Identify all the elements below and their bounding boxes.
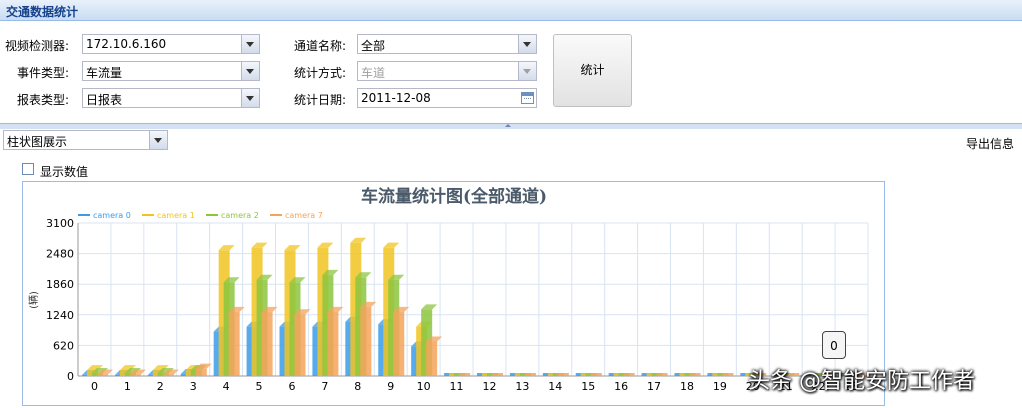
bar bbox=[228, 311, 240, 376]
bar-top bbox=[251, 242, 268, 248]
y-tick-label: 1860 bbox=[46, 278, 74, 291]
chart-title: 车流量统计图(全部通道) bbox=[361, 186, 547, 207]
bar bbox=[327, 311, 339, 376]
y-tick-label: 2480 bbox=[46, 248, 74, 261]
x-tick-label: 9 bbox=[387, 380, 394, 393]
x-tick-label: 13 bbox=[515, 380, 529, 393]
x-tick-label: 11 bbox=[450, 380, 464, 393]
channel-label: 通道名称: bbox=[293, 39, 346, 53]
stat-method-combo: 车道 bbox=[357, 61, 537, 81]
stat-date-label: 统计日期: bbox=[293, 93, 346, 107]
show-values-label: 显示数值 bbox=[40, 165, 89, 179]
channel-combo[interactable]: 全部 bbox=[357, 34, 537, 54]
panel-title: 交通数据统计 bbox=[6, 5, 79, 19]
bar bbox=[459, 373, 471, 376]
chart-toolbar: 柱状图展示 导出信息 bbox=[0, 129, 1022, 154]
event-type-combo[interactable]: 车流量 bbox=[82, 61, 260, 81]
y-tick-label: 620 bbox=[53, 339, 74, 352]
stat-date-value: 2011-12-08 bbox=[361, 91, 431, 105]
collapse-arrow-icon[interactable] bbox=[505, 124, 511, 127]
legend-label: camera 1 bbox=[157, 211, 195, 220]
chevron-down-icon[interactable] bbox=[241, 89, 259, 107]
report-type-label: 报表类型: bbox=[16, 93, 69, 107]
channel-value: 全部 bbox=[361, 39, 386, 53]
stat-method-label: 统计方式: bbox=[293, 66, 346, 80]
x-tick-label: 10 bbox=[417, 380, 431, 393]
bar bbox=[360, 306, 372, 376]
bar bbox=[426, 341, 438, 376]
x-tick-label: 6 bbox=[288, 380, 295, 393]
panel-header: 交通数据统计 bbox=[0, 0, 1022, 21]
x-tick-label: 7 bbox=[321, 380, 328, 393]
bar bbox=[195, 368, 207, 376]
event-type-value: 车流量 bbox=[86, 66, 123, 80]
bar bbox=[623, 373, 635, 376]
x-tick-label: 8 bbox=[354, 380, 361, 393]
calendar-icon[interactable] bbox=[519, 89, 536, 107]
x-tick-label: 3 bbox=[190, 380, 197, 393]
y-axis-label: (辆) bbox=[27, 291, 40, 309]
x-tick-label: 14 bbox=[548, 380, 562, 393]
legend-label: camera 0 bbox=[93, 211, 131, 220]
show-values-checkbox[interactable] bbox=[22, 163, 34, 175]
x-tick-label: 2 bbox=[157, 380, 164, 393]
watermark: 头条 @智能安防工作者 bbox=[748, 369, 975, 394]
bar-top bbox=[421, 304, 438, 310]
y-tick-label: 3100 bbox=[46, 217, 74, 230]
filter-form: 视频检测器: 172.10.6.160 通道名称: 全部 事件类型: 车流量 统… bbox=[0, 21, 1022, 124]
detector-label: 视频检测器: bbox=[4, 39, 69, 53]
bar-top bbox=[383, 242, 400, 248]
detector-combo[interactable]: 172.10.6.160 bbox=[82, 34, 260, 54]
bar-top bbox=[284, 245, 301, 251]
bar bbox=[129, 374, 141, 376]
bar bbox=[590, 373, 602, 376]
y-tick-label: 0 bbox=[67, 370, 74, 383]
stat-button[interactable]: 统计 bbox=[553, 34, 632, 107]
chevron-down-icon[interactable] bbox=[241, 62, 259, 80]
report-type-combo[interactable]: 日报表 bbox=[82, 88, 260, 108]
x-tick-label: 5 bbox=[256, 380, 263, 393]
x-tick-label: 1 bbox=[124, 380, 131, 393]
view-mode-value: 柱状图展示 bbox=[7, 135, 68, 149]
chevron-down-icon[interactable] bbox=[241, 35, 259, 53]
bar bbox=[294, 314, 306, 376]
bar bbox=[557, 373, 569, 376]
bar-top bbox=[350, 237, 367, 243]
y-tick-label: 1240 bbox=[46, 309, 74, 322]
view-mode-combo[interactable]: 柱状图展示 bbox=[3, 130, 168, 150]
x-tick-label: 19 bbox=[713, 380, 727, 393]
x-tick-label: 15 bbox=[581, 380, 595, 393]
legend-label: camera 7 bbox=[285, 211, 323, 220]
report-type-value: 日报表 bbox=[86, 93, 123, 107]
bar bbox=[261, 311, 273, 376]
chart-tooltip: 0 bbox=[822, 331, 846, 359]
chevron-down-icon bbox=[518, 62, 536, 80]
bar bbox=[656, 373, 668, 376]
bar bbox=[162, 374, 174, 376]
detector-value: 172.10.6.160 bbox=[86, 37, 167, 51]
x-tick-label: 17 bbox=[647, 380, 661, 393]
x-tick-label: 18 bbox=[680, 380, 694, 393]
chevron-down-icon[interactable] bbox=[149, 131, 167, 149]
x-tick-label: 16 bbox=[614, 380, 628, 393]
export-link[interactable]: 导出信息 bbox=[966, 135, 1014, 152]
legend-label: camera 2 bbox=[221, 211, 259, 220]
bar-top bbox=[218, 245, 235, 251]
bar bbox=[689, 373, 701, 376]
bar bbox=[492, 373, 503, 376]
bar-top bbox=[317, 242, 334, 248]
event-type-label: 事件类型: bbox=[16, 66, 69, 80]
stat-method-value: 车道 bbox=[361, 66, 386, 80]
bar bbox=[97, 374, 108, 376]
x-tick-label: 4 bbox=[223, 380, 230, 393]
bar bbox=[722, 373, 734, 376]
bar bbox=[524, 373, 536, 376]
x-tick-label: 0 bbox=[91, 380, 98, 393]
x-tick-label: 12 bbox=[482, 380, 496, 393]
stat-date-field[interactable]: 2011-12-08 bbox=[357, 88, 537, 108]
chevron-down-icon[interactable] bbox=[518, 35, 536, 53]
bar bbox=[393, 311, 405, 376]
